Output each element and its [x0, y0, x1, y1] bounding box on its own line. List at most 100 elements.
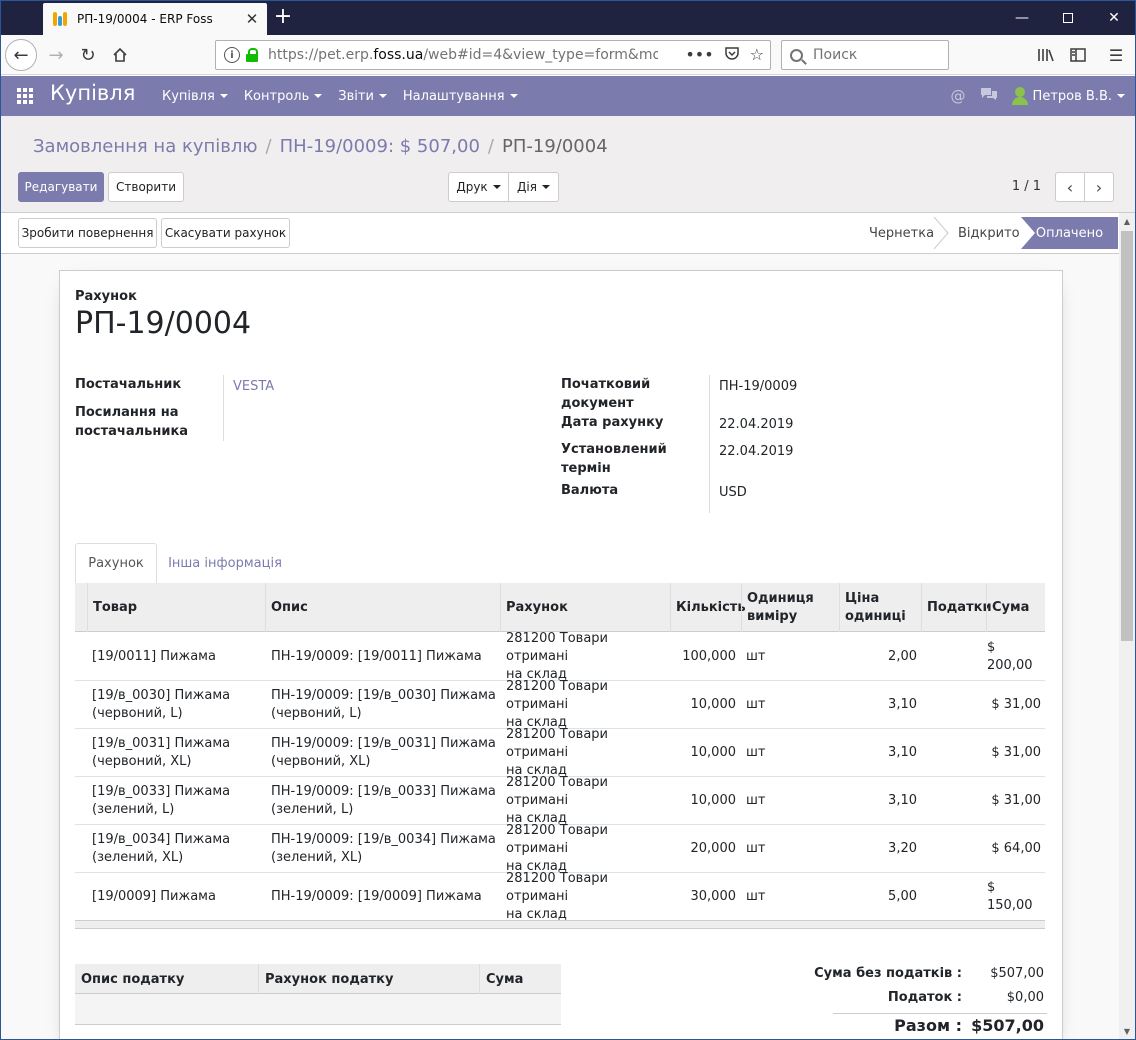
more-actions-icon[interactable]: •••	[685, 45, 713, 65]
apps-grid-icon[interactable]	[17, 88, 35, 104]
library-icon[interactable]	[1031, 40, 1061, 70]
home-icon[interactable]	[105, 40, 135, 70]
vertical-scrollbar[interactable]: ▲ ▼	[1119, 213, 1135, 1039]
table-row[interactable]: [19/в_0030] Пижама (червоний, L) ПН-19/000…	[75, 679, 1045, 730]
user-menu[interactable]: Петров В.В.	[1033, 89, 1125, 104]
edit-button[interactable]: Редагувати	[18, 172, 104, 202]
refund-button[interactable]: Зробити повернення	[18, 218, 157, 248]
chat-icon[interactable]	[980, 87, 998, 105]
tab-other-info[interactable]: Інша інформація	[161, 543, 289, 584]
pager-value[interactable]: 1 / 1	[1012, 179, 1041, 194]
sidebar-icon[interactable]	[1063, 40, 1093, 70]
cell-product: [19/в_0031] Пижама (червоний, XL)	[92, 736, 231, 769]
table-row[interactable]: [19/0009] Пижама ПН-19/0009: [19/0009] Пи…	[75, 871, 1045, 922]
cell-account: 281200 Товари отримані на склад	[506, 823, 608, 874]
breadcrumb-purchase-orders[interactable]: Замовлення на купівлю	[33, 136, 258, 157]
print-dropdown[interactable]: Друк	[448, 172, 509, 202]
tax-total-label: Податок :	[887, 990, 962, 1005]
pager-previous-icon[interactable]: ‹	[1055, 172, 1085, 202]
cell-quantity: 10,000	[690, 745, 737, 760]
cell-taxes	[922, 873, 982, 921]
scroll-up-icon[interactable]: ▲	[1119, 213, 1135, 229]
cell-description: ПН-19/0009: [19/в_0031] Пижама (червоний,…	[271, 736, 496, 769]
table-row[interactable]: [19/в_0031] Пижама (червоний, XL) ПН-19/00…	[75, 727, 1045, 778]
caret-down-icon	[541, 185, 550, 189]
browser-tab[interactable]: РП-19/0004 - ERP Foss ✕	[43, 3, 267, 35]
col-taxes[interactable]: Податки	[921, 583, 992, 632]
app-menu: Купівля Контроль Звіти Налаштування	[154, 76, 526, 116]
close-tab-icon[interactable]: ✕	[241, 8, 263, 30]
cell-description: ПН-19/0009: [19/в_0033] Пижама (зелений, …	[271, 784, 496, 817]
col-uom[interactable]: Одиниця виміру	[741, 583, 839, 632]
untaxed-value: $507,00	[990, 966, 1044, 981]
odoo-favicon-icon	[53, 12, 69, 26]
cell-uom: шт	[746, 793, 766, 808]
stage-paid[interactable]: Оплачено	[1021, 217, 1118, 249]
cell-product: [19/в_0034] Пижама (зелений, XL)	[92, 832, 231, 865]
vendor-value[interactable]: VESTA	[233, 377, 274, 396]
menu-reports[interactable]: Звіти	[330, 76, 395, 116]
scroll-down-icon[interactable]: ▼	[1119, 1023, 1135, 1039]
stage-open[interactable]: Відкрито	[958, 217, 1020, 249]
cell-account: 281200 Товари отримані на склад	[506, 727, 608, 778]
vendor-ref-label-line2: постачальника	[75, 424, 189, 439]
create-button[interactable]: Створити	[108, 172, 184, 202]
due-date-value: 22.04.2019	[719, 444, 794, 459]
forward-arrow-icon[interactable]: →	[41, 40, 71, 70]
cell-uom: шт	[746, 889, 766, 904]
table-row[interactable]: [19/в_0033] Пижама (зелений, L) ПН-19/0009…	[75, 775, 1045, 826]
address-bar[interactable]: i https://pet.erp.foss.ua/web#id=4&view_…	[215, 40, 771, 70]
reload-icon[interactable]: ↻	[73, 40, 103, 70]
breadcrumb-order[interactable]: ПН-19/0009: $ 507,00	[280, 136, 480, 157]
cell-taxes	[922, 777, 982, 825]
bookmark-star-icon[interactable]: ☆	[750, 45, 764, 65]
col-tax-account: Рахунок податку	[258, 964, 479, 994]
user-avatar[interactable]	[1011, 87, 1028, 105]
cancel-invoice-button[interactable]: Скасувати рахунок	[161, 218, 290, 248]
minimize-icon[interactable]: —	[999, 1, 1045, 35]
menu-purchase[interactable]: Купівля	[154, 76, 236, 116]
pager-next-icon[interactable]: ›	[1084, 172, 1114, 202]
table-row[interactable]: [19/в_0034] Пижама (зелений, XL) ПН-19/000…	[75, 823, 1045, 874]
pocket-icon[interactable]	[724, 45, 740, 65]
table-header: Товар Опис Рахунок Кількість Одиниця вимі…	[75, 583, 1045, 632]
cell-amount: $ 31,00	[991, 793, 1041, 808]
cell-quantity: 20,000	[690, 841, 737, 856]
menu-settings[interactable]: Налаштування	[395, 76, 526, 116]
maximize-icon[interactable]	[1045, 1, 1091, 35]
menu-control[interactable]: Контроль	[236, 76, 330, 116]
col-description[interactable]: Опис	[265, 583, 500, 632]
cell-quantity: 30,000	[690, 889, 737, 904]
close-window-icon[interactable]: ✕	[1091, 1, 1135, 35]
col-unit-price[interactable]: Ціна одиниці	[839, 583, 921, 632]
origin-label-line2: документ	[561, 396, 634, 411]
new-tab-icon[interactable]: +	[271, 6, 295, 30]
hamburger-menu-icon[interactable]: ☰	[1101, 40, 1131, 70]
stage-draft[interactable]: Чернетка	[869, 217, 934, 249]
back-arrow-icon[interactable]: ←	[5, 39, 37, 71]
tab-invoice-lines[interactable]: Рахунок	[75, 543, 157, 584]
vendor-label: Постачальник	[75, 377, 182, 392]
url-text: https://pet.erp.foss.ua/web#id=4&view_ty…	[268, 47, 658, 63]
cell-uom: шт	[746, 697, 766, 712]
col-account[interactable]: Рахунок	[500, 583, 670, 632]
caret-down-icon	[492, 185, 501, 189]
action-dropdown[interactable]: Дія	[508, 172, 559, 202]
cell-account: 281200 Товари отримані на склад	[506, 631, 608, 682]
browser-window: РП-19/0004 - ERP Foss ✕ + — ✕ ← → ↻ i ht…	[0, 0, 1136, 1040]
currency-value: USD	[719, 485, 747, 500]
cell-description: ПН-19/0009: [19/в_0030] Пижама (червоний,…	[271, 688, 496, 721]
cell-amount: $ 31,00	[991, 697, 1041, 712]
scrollbar-thumb[interactable]	[1121, 231, 1133, 641]
search-box[interactable]: Поиск	[781, 40, 949, 70]
col-quantity[interactable]: Кількість	[670, 583, 746, 632]
lock-icon[interactable]	[246, 48, 258, 62]
col-product[interactable]: Товар	[87, 583, 265, 632]
col-amount[interactable]: Сума	[986, 583, 1045, 632]
info-icon[interactable]: i	[224, 47, 240, 63]
table-row[interactable]: [19/0011] Пижама ПН-19/0009: [19/0011] Пи…	[75, 631, 1045, 682]
cell-account: 281200 Товари отримані на склад	[506, 679, 608, 730]
cell-product: [19/в_0033] Пижама (зелений, L)	[92, 784, 231, 817]
cell-unit-price: 3,10	[888, 745, 917, 760]
at-icon[interactable]: @	[951, 87, 966, 105]
